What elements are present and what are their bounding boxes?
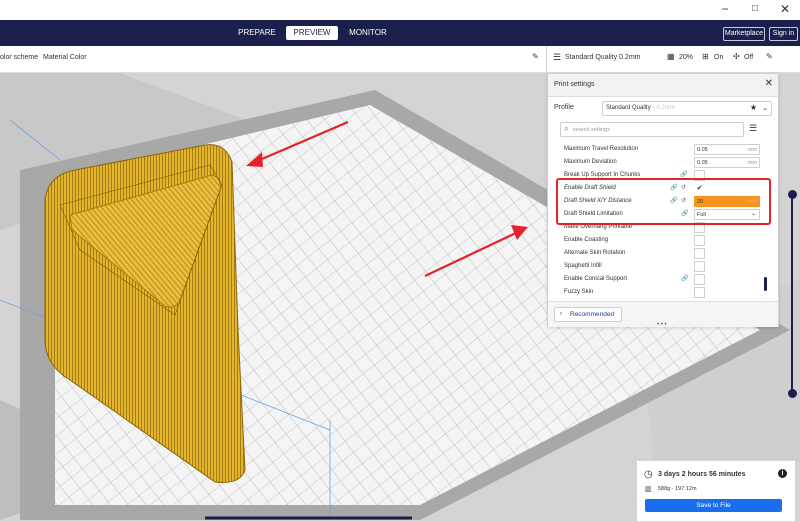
adhesion-icon: ✣ [733,52,740,61]
maximize-button[interactable]: □ [740,0,770,20]
close-icon[interactable]: ✕ [765,78,773,89]
printer-settings-icon: ☰ [553,52,562,62]
setting-label: Fuzzy Skin [564,289,594,295]
view-options-bar: olor scheme Material Color ✎ [0,46,546,73]
alternate-skin-rotation-checkbox[interactable] [694,248,705,259]
print-setup-bar[interactable]: ☰ Standard Quality 0.2mm ▦ 20% ⊞ On ✣ Of… [547,46,800,73]
chevron-down-icon: ⌄ [762,105,768,112]
layer-view-slider[interactable] [791,194,793,394]
window-title-bar: − □ ✕ [0,0,800,20]
recommended-label: Recommended [570,311,615,318]
panel-header: Print settings ✕ [548,74,778,97]
info-icon[interactable]: i [778,469,787,478]
main-nav-bar: PREPARE PREVIEW MONITOR Marketplace Sign… [0,20,800,46]
close-window-button[interactable]: ✕ [770,0,800,20]
setting-row: Fuzzy Skin [564,287,764,299]
profile-variant: - 0.2mm [652,105,675,111]
enable-conical-support-checkbox[interactable] [694,274,705,285]
profile-name: Standard Quality [606,105,651,111]
sign-in-button[interactable]: Sign in [769,27,798,41]
layer-slider-top-handle[interactable] [788,190,797,199]
setting-row: Enable Conical Support 🔗 [564,274,764,286]
travel-resolution-field[interactable]: 0.05 mm [694,144,760,155]
setting-label: Alternate Skin Rotation [564,250,626,256]
setting-label: Maximum Deviation [564,159,617,165]
spaghetti-infill-checkbox[interactable] [694,261,705,272]
clock-icon: ◷ [644,469,653,480]
print-settings-panel: Print settings ✕ Profile Standard Qualit… [547,73,779,327]
star-icon[interactable]: ★ [750,103,757,112]
profile-dropdown[interactable]: Standard Quality - 0.2mm ★ ⌄ [602,101,772,116]
search-settings-input[interactable]: ⌕ search settings [560,122,744,137]
chevron-left-icon: ‹ [560,310,563,317]
support-value: On [714,54,724,61]
profile-label: Profile [554,104,574,111]
print-time: 3 days 2 hours 56 minutes [658,471,746,478]
filament-icon: ▥ [645,486,652,493]
layer-slider-bottom-handle[interactable] [788,389,797,398]
fuzzy-skin-checkbox[interactable] [694,287,705,298]
profile-summary: Standard Quality 0.2mm [565,54,641,61]
marketplace-button[interactable]: Marketplace [723,27,765,41]
link-icon: 🔗 [680,172,688,178]
edit-settings-icon[interactable]: ✎ [766,52,773,61]
field-value: 0.05 [697,146,708,153]
save-to-file-button[interactable]: Save to File [645,499,782,512]
hamburger-menu-icon[interactable]: ☰ [749,123,757,134]
setting-row: Spaghetti Infill [564,261,764,273]
adhesion-value: Off [744,54,754,61]
minimize-button[interactable]: − [710,0,740,20]
search-placeholder: search settings [573,126,610,133]
infill-value: 20% [679,54,694,61]
color-scheme-label: olor scheme [0,54,39,61]
setting-label: Spaghetti Infill [564,263,602,269]
setting-label: Maximum Travel Resolution [564,146,639,152]
setting-row: Maximum Travel Resolution 0.05 mm [564,144,764,156]
setting-row: Alternate Skin Rotation [564,248,764,260]
recommended-button[interactable]: ‹ Recommended [554,307,622,322]
print-output-panel: ◷ 3 days 2 hours 56 minutes i ▥ 588g · 1… [636,460,796,522]
field-unit: mm [747,146,757,153]
tab-monitor[interactable]: MONITOR [346,26,390,40]
setting-row: Enable Coasting [564,235,764,247]
setting-label: Enable Coasting [564,237,609,243]
tab-prepare[interactable]: PREPARE [236,26,278,40]
field-unit: mm [747,159,757,166]
enable-coasting-checkbox[interactable] [694,235,705,246]
setting-label: Enable Conical Support [564,276,628,282]
pencil-icon[interactable]: ✎ [532,52,539,61]
color-scheme-value[interactable]: Material Color [43,54,87,61]
link-icon: 🔗 [681,276,689,282]
panel-resize-handle[interactable]: • • • [657,322,667,328]
support-icon: ⊞ [702,52,709,61]
material-estimate: 588g · 197.12m [658,486,697,492]
field-value: 0.05 [697,159,708,166]
infill-icon: ▦ [667,52,675,61]
search-icon: ⌕ [564,124,569,133]
annotation-highlight-box [556,178,771,225]
tab-preview[interactable]: PREVIEW [286,26,338,40]
setting-row: Maximum Deviation 0.05 mm [564,157,764,169]
settings-scrollbar[interactable] [764,277,767,291]
panel-title: Print settings [554,81,595,88]
maximum-deviation-field[interactable]: 0.05 mm [694,157,760,168]
